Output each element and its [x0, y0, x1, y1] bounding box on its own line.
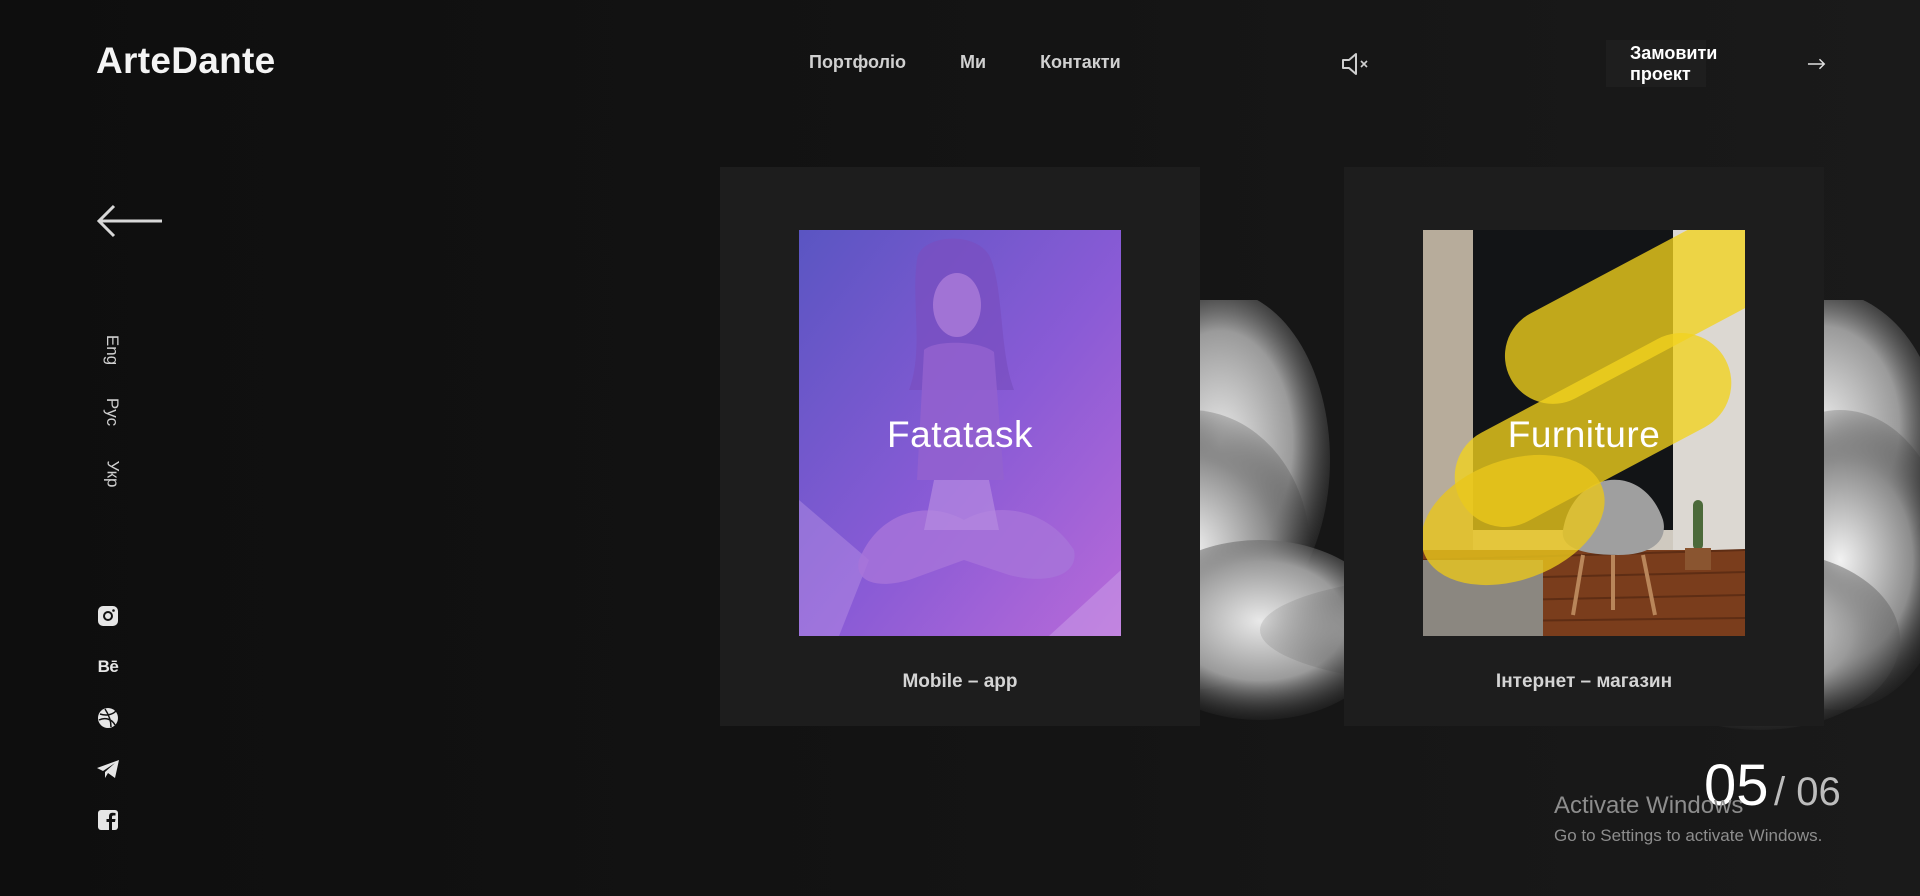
activate-windows-title: Activate Windows [1554, 792, 1744, 819]
lang-eng-label: Eng [103, 334, 122, 366]
behance-icon: Bē [97, 657, 119, 676]
instagram-link[interactable] [96, 604, 120, 628]
nav-portfolio[interactable]: Портфоліо [809, 52, 906, 73]
behance-link[interactable]: Bē [96, 655, 120, 679]
project-caption-fatatask: Mobile – app [902, 671, 1018, 692]
lang-rus[interactable]: Рус [100, 392, 124, 432]
dribbble-link[interactable] [96, 706, 120, 730]
telegram-link[interactable] [96, 757, 120, 781]
order-button-label: Замовити проект [1630, 42, 1718, 84]
page: ArteDante Портфоліо Ми Контакти Замовити… [0, 0, 1920, 896]
main-nav: Портфоліо Ми Контакти [809, 52, 1121, 73]
project-title-furniture: Furniture [1507, 414, 1661, 455]
lang-rus-label: Рус [103, 397, 122, 427]
logo[interactable]: ArteDante [96, 40, 276, 82]
facebook-link[interactable] [96, 808, 120, 832]
nav-contacts[interactable]: Контакти [1040, 52, 1121, 73]
slide-counter-total: / 06 [1774, 770, 1841, 814]
lang-ukr-label: Укр [103, 460, 122, 488]
instagram-icon [98, 606, 118, 626]
order-project-button[interactable]: Замовити проект [1606, 40, 1826, 87]
arrow-left-icon[interactable] [96, 203, 164, 239]
telegram-icon [97, 760, 119, 778]
project-image-furniture: Furniture [1423, 230, 1745, 636]
lang-ukr[interactable]: Укр [100, 454, 124, 494]
arrow-right-small-icon [1807, 58, 1826, 69]
project-card-furniture[interactable]: Furniture Інтернет – магазин [1344, 167, 1824, 726]
project-image-fatatask: Fatatask [799, 230, 1121, 636]
facebook-icon [98, 810, 118, 830]
activate-windows-subtitle: Go to Settings to activate Windows. [1554, 826, 1823, 845]
nav-about[interactable]: Ми [960, 52, 986, 73]
project-caption-furniture: Інтернет – магазин [1495, 671, 1673, 692]
speaker-muted-icon[interactable] [1340, 50, 1372, 78]
dribbble-icon [98, 708, 118, 728]
project-title-fatatask: Fatatask [887, 414, 1033, 455]
project-card-fatatask[interactable]: Fatatask Mobile – app [720, 167, 1200, 726]
lang-eng[interactable]: Eng [100, 330, 124, 370]
